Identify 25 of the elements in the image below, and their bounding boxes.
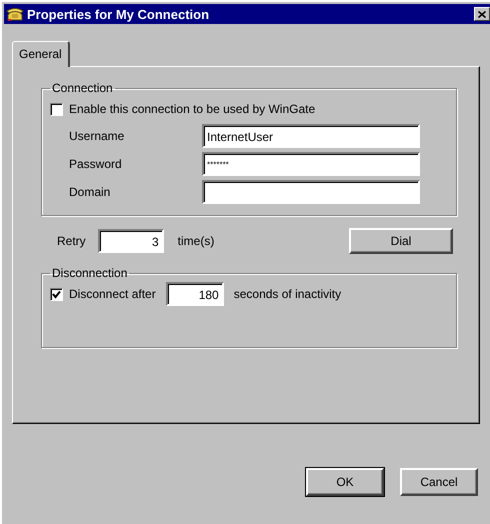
tab[interactable]: General xyxy=(12,41,70,67)
text-field[interactable]: InternetUser xyxy=(202,124,420,148)
checkbox-label: Disconnect after xyxy=(69,287,156,301)
unit-label: time(s) xyxy=(178,234,214,248)
field-label: Username xyxy=(69,129,126,143)
seconds-field[interactable]: 180 xyxy=(166,282,224,306)
field-label: Password xyxy=(69,157,123,171)
checkbox-label: Enable this connection to be used by WinGate xyxy=(69,102,316,116)
ok-button[interactable]: OK xyxy=(306,468,384,496)
retry-label: Retry xyxy=(57,234,86,248)
close-icon xyxy=(478,10,486,18)
password-field[interactable]: ******* xyxy=(202,152,420,176)
checkbox[interactable] xyxy=(50,102,63,116)
field-label: Domain xyxy=(69,185,112,199)
group-title: Connection xyxy=(51,81,114,95)
checkbox[interactable] xyxy=(50,288,63,300)
cancel-button[interactable]: Cancel xyxy=(400,468,478,496)
text-field[interactable] xyxy=(202,180,420,204)
suffix-label: seconds of inactivity xyxy=(234,287,342,301)
telephone-icon xyxy=(6,6,24,22)
group-title: Disconnection xyxy=(51,266,128,280)
dial-button[interactable]: Dial xyxy=(349,228,453,254)
close-button[interactable] xyxy=(474,7,490,21)
retry-field[interactable]: 3 xyxy=(98,229,164,253)
window-title: Properties for My Connection xyxy=(27,6,210,22)
